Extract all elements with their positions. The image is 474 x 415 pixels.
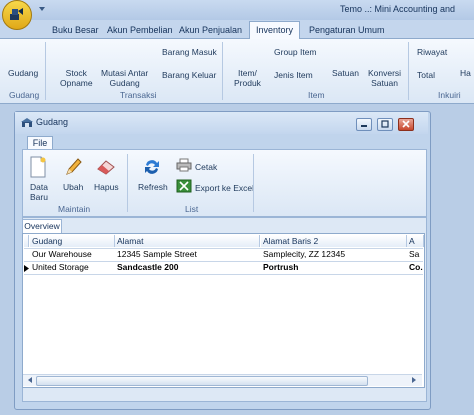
refresh-button[interactable]: Refresh [138,182,168,192]
close-button[interactable] [398,118,414,131]
satuan-button[interactable]: Satuan [332,68,359,78]
excel-icon [176,179,192,193]
table-cell[interactable]: Portrush [261,262,406,273]
group-label-inkuiri: Inkuiri [438,90,461,100]
mutasi-antar-gudang-button[interactable]: Mutasi Antar Gudang [101,68,148,88]
barang-keluar-button[interactable]: Barang Keluar [162,70,216,80]
scroll-left-icon[interactable] [26,376,34,384]
ubah-button[interactable]: Ubah [63,182,83,192]
ribbon-separator [408,42,409,100]
column-header-alamat-baris-2[interactable]: Alamat Baris 2 [261,235,407,247]
hapus-button[interactable]: Hapus [94,182,119,192]
column-header-alamat[interactable]: Alamat [115,235,260,247]
group-label-item: Item [308,90,325,100]
stock-opname-button[interactable]: Stock Opname [60,68,93,88]
item-produk-button[interactable]: Item/Produk [234,68,261,88]
tab-overview[interactable]: Overview [22,219,62,233]
child-ribbon-separator [127,154,128,212]
table-cell[interactable]: Samplecity, ZZ 12345 [261,249,406,260]
group-label-list: List [185,204,199,214]
minimize-button[interactable] [356,118,372,131]
export-excel-button[interactable]: Export ke Excel [195,183,254,193]
tab-akun-pembelian[interactable]: Akun Pembelian [101,23,179,38]
pencil-icon [64,157,82,177]
riwayat-button[interactable]: Riwayat [417,47,447,57]
refresh-icon [143,157,161,177]
printer-icon [176,158,192,172]
scrollbar-thumb[interactable] [36,376,368,386]
tab-buku-besar[interactable]: Buku Besar [46,23,105,38]
group-label-maintain: Maintain [58,204,91,214]
window-title: Temo ..: Mini Accounting and [340,4,456,14]
tab-pengaturan-umum[interactable]: Pengaturan Umum [303,23,391,38]
warehouse-icon [21,117,33,128]
column-header-gudang[interactable]: Gudang [30,235,115,247]
tab-akun-penjualan[interactable]: Akun Penjualan [173,23,248,38]
tab-file[interactable]: File [27,136,53,150]
ha-button[interactable]: Ha [460,68,471,78]
data-baru-button[interactable]: Data Baru [30,182,48,202]
quick-access-icon[interactable] [38,5,46,13]
table-cell[interactable]: United Storage [30,262,114,273]
scroll-right-icon[interactable] [410,376,418,384]
table-cell[interactable]: Co. [407,262,423,273]
barang-masuk-button[interactable]: Barang Masuk [162,47,217,57]
total-button[interactable]: Total [417,70,435,80]
app-logo-icon[interactable] [2,0,32,30]
table-cell[interactable]: 12345 Sample Street [115,249,259,260]
ribbon-separator [45,42,46,100]
close-icon [402,120,410,128]
column-header-more[interactable]: A [407,235,424,247]
eraser-icon [96,159,116,175]
row-indicator-header [24,235,29,247]
table-cell[interactable]: Our Warehouse [30,249,114,260]
child-ribbon-separator [253,154,254,212]
new-document-icon [29,156,47,178]
cetak-button[interactable]: Cetak [195,162,217,172]
group-label-transaksi: Transaksi [120,90,157,100]
ribbon-separator [222,42,223,100]
row-divider [24,274,423,275]
maximize-icon [381,120,389,128]
table-cell[interactable]: Sandcastle 200 [115,262,259,273]
maximize-button[interactable] [377,118,393,131]
konversi-satuan-button[interactable]: Konversi Satuan [368,68,401,88]
gudang-window-title: Gudang [36,117,69,127]
minimize-icon [361,125,367,127]
group-item-button[interactable]: Group Item [274,47,317,57]
current-row-indicator-icon [24,264,29,272]
jenis-item-button[interactable]: Jenis Item [274,70,313,80]
gudang-button[interactable]: Gudang [8,68,38,78]
group-label-gudang: Gudang [9,90,40,100]
tab-inventory[interactable]: Inventory [249,21,301,39]
table-cell[interactable]: Sa [407,249,423,260]
